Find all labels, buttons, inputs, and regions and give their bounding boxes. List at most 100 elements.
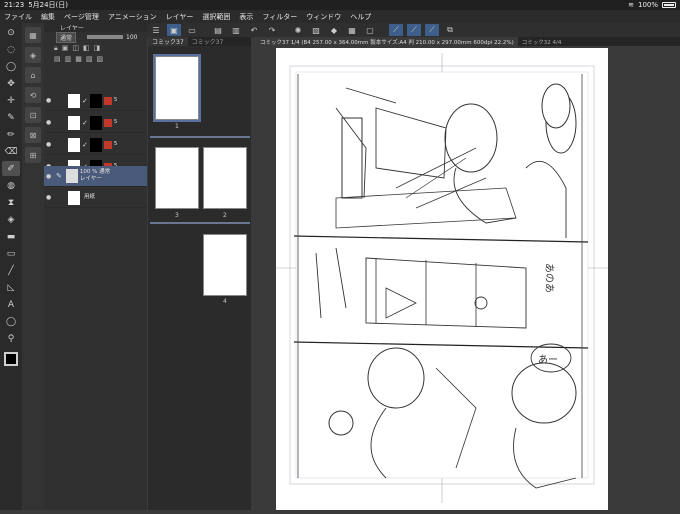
menu-filter[interactable]: フィルター [262, 12, 297, 22]
page-tab-2[interactable]: コミック37 [188, 37, 228, 46]
opacity-value[interactable]: 100 [126, 34, 137, 41]
airbrush-icon[interactable]: ⧗ [2, 195, 20, 210]
fill-icon[interactable]: ◈ [2, 212, 20, 227]
new-layer-icon[interactable]: ▤ [54, 55, 61, 63]
layer-thumbnail [68, 137, 80, 152]
menu-page[interactable]: ページ管理 [64, 12, 99, 22]
menu-icon[interactable]: ☰ [149, 24, 163, 36]
undo-icon[interactable]: ↶ [247, 24, 261, 36]
mask-icon[interactable]: ◧ [83, 44, 90, 52]
settings-icon[interactable]: ✺ [291, 24, 305, 36]
svg-text:あー: あー [538, 354, 558, 366]
subtool-6-icon[interactable]: ⊠ [25, 127, 41, 143]
visibility-icon[interactable]: ● [46, 141, 54, 148]
move-icon[interactable]: ✥ [2, 76, 20, 91]
pen3-icon[interactable]: ⟋ [425, 24, 439, 36]
select-icon[interactable]: ▢ [363, 24, 377, 36]
lock-icon[interactable]: 🔒︎ [54, 44, 58, 53]
page-panel-tabs: コミック37 コミック37 [148, 37, 251, 46]
menu-help[interactable]: ヘルプ [350, 12, 371, 22]
ref-icon[interactable]: ◫ [72, 44, 79, 52]
frame-icon[interactable]: ▭ [2, 246, 20, 261]
subtool-3-icon[interactable]: ⌂ [25, 67, 41, 83]
transform-icon[interactable]: ✛ [2, 93, 20, 108]
text-icon[interactable]: A [2, 297, 20, 312]
layer-check[interactable]: ✓ [82, 141, 88, 149]
visibility-icon[interactable]: ● [46, 97, 54, 104]
blend-icon[interactable]: ◍ [2, 178, 20, 193]
layer-name: レイヤー [79, 176, 102, 182]
paste-icon[interactable]: ▦ [345, 24, 359, 36]
menu-layer[interactable]: レイヤー [166, 12, 194, 22]
layer-panel: レイヤー 通常 100 🔒︎ ▣ ◫ ◧ ◨ ▤ ▥ ▦ ▧ ▨ ● ✓ 5 ●… [44, 23, 147, 510]
window-icon[interactable]: ▣ [167, 24, 181, 36]
pen-icon[interactable]: ✏ [2, 127, 20, 142]
pen2-icon[interactable]: ⟋ [407, 24, 421, 36]
visibility-icon[interactable]: ● [46, 119, 54, 126]
page-label-3: 3 [175, 212, 179, 219]
blend-mode-select[interactable]: 通常 [56, 31, 77, 43]
color-icon[interactable]: ◨ [94, 44, 101, 52]
visibility-icon[interactable]: ● [46, 194, 54, 201]
transform-icon[interactable]: ⧉ [443, 24, 457, 36]
layer-check[interactable]: ✓ [82, 97, 88, 105]
open-icon[interactable]: ▤ [211, 24, 225, 36]
canvas-paper[interactable]: あのあ あー [276, 48, 608, 510]
visibility-icon[interactable]: ● [46, 173, 54, 180]
gradient-icon[interactable]: ▬ [2, 229, 20, 244]
new-icon[interactable]: ▭ [185, 24, 199, 36]
balloon-icon[interactable]: ◯ [2, 314, 20, 329]
menu-bar: ファイル 編集 ページ管理 アニメーション レイヤー 選択範囲 表示 フィルター… [0, 10, 680, 23]
save-icon[interactable]: ▥ [229, 24, 243, 36]
layer-row-frame-1[interactable]: ● ✓ 5 [44, 91, 147, 111]
layer-row-frame-3[interactable]: ● ✓ 5 [44, 135, 147, 155]
eraser-icon[interactable]: ⌫ [2, 144, 20, 159]
menu-edit[interactable]: 編集 [41, 12, 55, 22]
doc-tab-active[interactable]: コミック37 1/4 (B4 257.00 x 364.00mm 製本サイズ:A… [256, 37, 518, 46]
page-thumb-1[interactable] [153, 54, 201, 122]
pencil-icon[interactable]: ✐ [2, 161, 20, 176]
battery-percent: 100% [637, 1, 658, 9]
brush-icon[interactable]: ✎ [2, 110, 20, 125]
zoom-icon[interactable]: ⊙ [2, 25, 20, 40]
menu-animation[interactable]: アニメーション [108, 12, 157, 22]
layer-row-paper[interactable]: ● 用紙 [44, 188, 147, 208]
new-vector-icon[interactable]: ▥ [65, 55, 72, 63]
frame-flag-icon [103, 96, 112, 105]
copy-icon[interactable]: ◆ [327, 24, 341, 36]
page-thumb-2[interactable] [203, 147, 247, 209]
subtool-7-icon[interactable]: ⊞ [25, 147, 41, 163]
page-thumb-3[interactable] [155, 147, 199, 209]
layer-check[interactable]: ✓ [82, 119, 88, 127]
line-icon[interactable]: ╱ [2, 263, 20, 278]
main-color-swatch[interactable] [4, 352, 18, 366]
clip-icon[interactable]: ▣ [62, 44, 69, 52]
subtool-5-icon[interactable]: ⊡ [25, 107, 41, 123]
menu-view[interactable]: 表示 [239, 12, 253, 22]
page-tab-1[interactable]: コミック37 [148, 37, 188, 46]
doc-tab-2[interactable]: コミック32 4/4 [518, 37, 566, 46]
lasso-icon[interactable]: ◌ [2, 42, 20, 57]
select-icon[interactable]: ◯ [2, 59, 20, 74]
layer-thumbnail [68, 190, 80, 205]
delete-layer-icon[interactable]: ▧ [86, 55, 93, 63]
opacity-slider[interactable] [87, 35, 124, 39]
menu-file[interactable]: ファイル [4, 12, 32, 22]
menu-window[interactable]: ウィンドウ [306, 12, 341, 22]
subtool-4-icon[interactable]: ⟲ [25, 87, 41, 103]
new-folder-icon[interactable]: ▦ [75, 55, 82, 63]
cut-icon[interactable]: ▧ [309, 24, 323, 36]
ruler-icon[interactable]: ◺ [2, 280, 20, 295]
subtool-1-icon[interactable]: ▦ [25, 27, 41, 43]
eyedropper-icon[interactable]: ⚲ [2, 331, 20, 346]
layer-row-frame-2[interactable]: ● ✓ 5 [44, 113, 147, 133]
merge-icon[interactable]: ▨ [97, 55, 104, 63]
subtool-2-icon[interactable]: ◈ [25, 47, 41, 63]
page-thumb-4[interactable] [203, 234, 247, 296]
layer-row-raster[interactable]: ● ✎ 100 % 通常 レイヤー [44, 166, 147, 187]
menu-selection[interactable]: 選択範囲 [202, 12, 230, 22]
redo-icon[interactable]: ↷ [265, 24, 279, 36]
layer-options-row: 🔒︎ ▣ ◫ ◧ ◨ [44, 42, 147, 54]
status-date: 5月24日(日) [28, 1, 69, 9]
pen-icon[interactable]: ⟋ [389, 24, 403, 36]
